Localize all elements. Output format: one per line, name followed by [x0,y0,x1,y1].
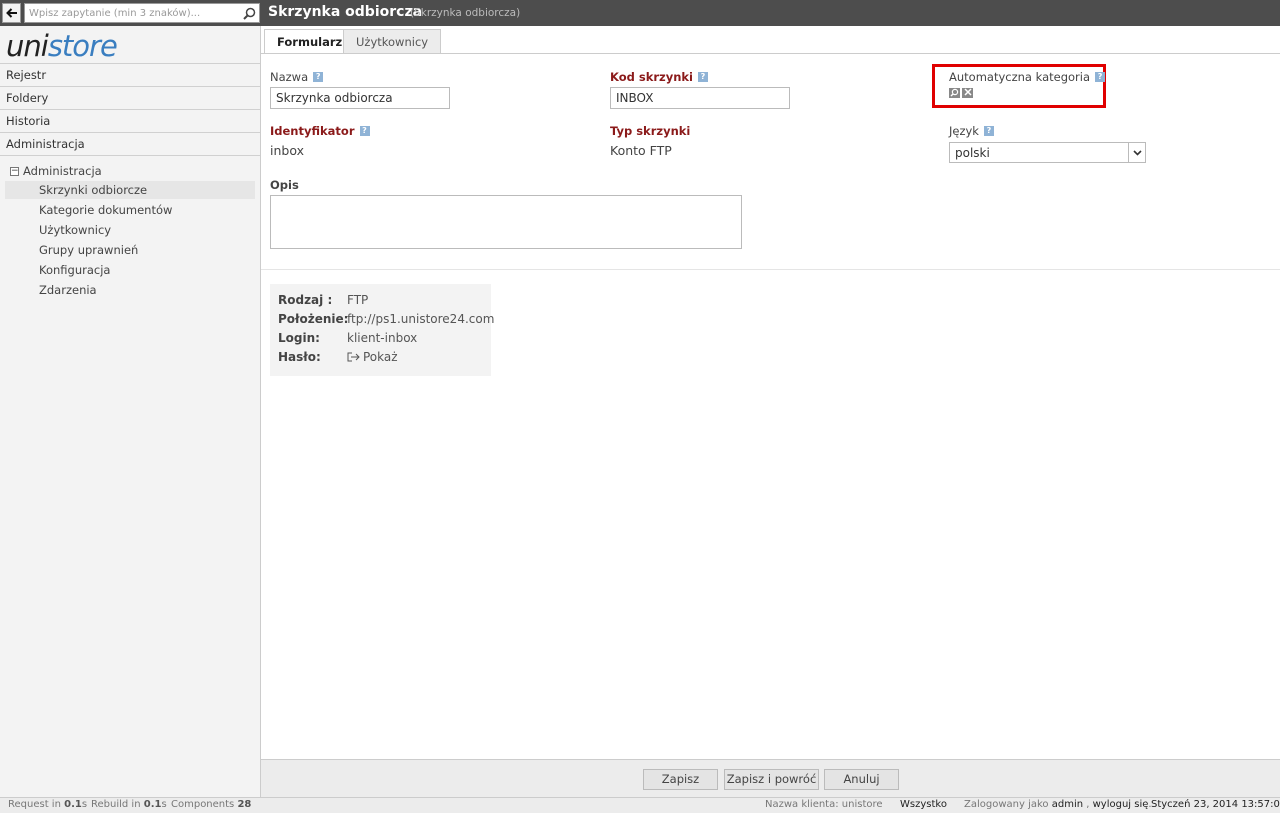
page-subtitle: (Skrzynka odbiorcza) [410,7,521,19]
tree-item-kategorie-dokumentow[interactable]: Kategorie dokumentów [5,201,255,219]
automatyczna-kategoria-label: Automatyczna kategoria ? [949,70,1106,84]
logged-prefix: Zalogowany jako [964,799,1049,810]
request-label: Request in [8,799,61,810]
identyfikator-label-text: Identyfikator [270,124,355,138]
status-bar: Request in 0.1s Rebuild in 0.1s Componen… [0,797,1280,813]
client-name: Nazwa klienta: unistore [765,799,883,810]
tree-item-uzytkownicy[interactable]: Użytkownicy [5,221,255,239]
components-count: Components 28 [171,799,251,810]
nav-item-rejestr[interactable]: Rejestr [0,63,260,86]
tab-uzytkownicy[interactable]: Użytkownicy [343,29,442,54]
close-icon [963,88,972,96]
help-icon[interactable]: ? [359,126,370,136]
typ-skrzynki-value: Konto FTP [610,143,672,158]
logo-part1: uni [6,29,49,63]
datetime: Styczeń 23, 2014 13:57:06 [1151,799,1280,810]
opis-label-text: Opis [270,178,299,192]
chevron-down-icon[interactable] [1128,143,1145,162]
category-search-button[interactable] [949,88,960,98]
jezyk-label: Język ? [949,124,994,138]
nav-item-administracja[interactable]: Administracja [0,132,260,155]
components-value: 28 [237,799,252,810]
tree-item-zdarzenia[interactable]: Zdarzenia [5,281,255,299]
back-button[interactable] [2,3,21,23]
section-divider [261,269,1280,270]
tab-bar: Formularz Użytkownicy [261,26,1280,54]
save-button[interactable]: Zapisz [643,769,718,790]
tree-item-skrzynki-odbiorcze[interactable]: Skrzynki odbiorcze [5,181,255,199]
rebuild-unit: s [161,799,167,810]
polozenie-value: ftp://ps1.unistore24.com [347,312,495,326]
tree-root-administracja[interactable]: − Administracja [10,164,102,178]
show-password-label: Pokaż [363,350,398,364]
kod-skrzynki-label: Kod skrzynki ? [610,70,708,84]
search-input[interactable] [25,4,241,22]
search-box [24,3,260,23]
request-unit: s [81,799,88,810]
logo: unistore [6,29,118,63]
polozenie-key: Położenie: [278,312,349,326]
typ-skrzynki-label-text: Typ skrzynki [610,124,691,138]
action-bar: Zapisz Zapisz i powróć Anuluj [261,759,1280,797]
nazwa-label: Nazwa ? [270,70,324,84]
page-title: Skrzynka odbiorcza [268,4,423,20]
nav-item-foldery[interactable]: Foldery [0,86,260,109]
all-link[interactable]: Wszystko [900,799,947,810]
typ-skrzynki-label: Typ skrzynki [610,124,690,138]
save-return-button[interactable]: Zapisz i powróć [724,769,819,790]
nazwa-input[interactable] [270,87,450,109]
top-bar: Skrzynka odbiorcza (Skrzynka odbiorcza) [0,0,1280,26]
request-time: Request in 0.1s [8,799,87,810]
logout-link[interactable]: wyloguj się [1093,799,1149,810]
nav-item-historia[interactable]: Historia [0,109,260,132]
login-value: klient-inbox [347,331,418,345]
sidebar: unistore Rejestr Foldery Historia Admini… [0,26,261,797]
cancel-button[interactable]: Anuluj [824,769,899,790]
jezyk-select[interactable]: polski [949,142,1146,163]
tree-item-grupy-uprawnien[interactable]: Grupy uprawnień [5,241,255,259]
kod-skrzynki-input[interactable] [610,87,790,109]
kod-skrzynki-label-text: Kod skrzynki [610,70,693,84]
jezyk-label-text: Język [949,124,979,138]
tree-item-konfiguracja[interactable]: Konfiguracja [5,261,255,279]
magnifier-icon [243,7,256,20]
arrow-right-icon [347,352,360,362]
haslo-key: Hasło: [278,350,321,364]
user-link[interactable]: admin [1052,799,1083,810]
tree-root-label: Administracja [23,164,102,178]
automatyczna-kategoria-label-text: Automatyczna kategoria [949,70,1091,84]
opis-label: Opis [270,178,299,192]
rebuild-label: Rebuild in [91,799,141,810]
nazwa-label-text: Nazwa [270,70,309,84]
show-password-link[interactable]: Pokaż [347,350,398,364]
login-key: Login: [278,331,320,345]
identyfikator-value: inbox [270,143,304,158]
request-value: 0.1 [64,799,82,810]
search-button[interactable] [240,4,259,22]
opis-textarea[interactable] [270,195,742,249]
tab-formularz[interactable]: Formularz [264,29,356,54]
help-icon[interactable]: ? [697,72,708,82]
arrow-left-icon [5,8,17,18]
rebuild-time: Rebuild in 0.1s [91,799,167,810]
components-label: Components [171,799,235,810]
logo-part2: store [47,29,118,63]
rodzaj-value: FTP [347,293,369,307]
magnifier-icon [950,88,959,97]
rebuild-value: 0.1 [143,799,162,810]
logged-in-info: Zalogowany jako admin , wyloguj się. [964,799,1152,810]
help-icon[interactable]: ? [1095,72,1106,82]
help-icon[interactable]: ? [313,72,324,82]
collapse-icon[interactable]: − [10,166,19,176]
nav-divider [0,155,260,156]
identyfikator-label: Identyfikator ? [270,124,370,138]
jezyk-select-value: polski [955,146,990,160]
rodzaj-key: Rodzaj : [278,293,333,307]
tab-divider [261,53,1280,54]
help-icon[interactable]: ? [983,126,994,136]
category-clear-button[interactable] [962,88,973,98]
connection-details: Rodzaj : FTP Położenie: ftp://ps1.unisto… [270,284,495,376]
